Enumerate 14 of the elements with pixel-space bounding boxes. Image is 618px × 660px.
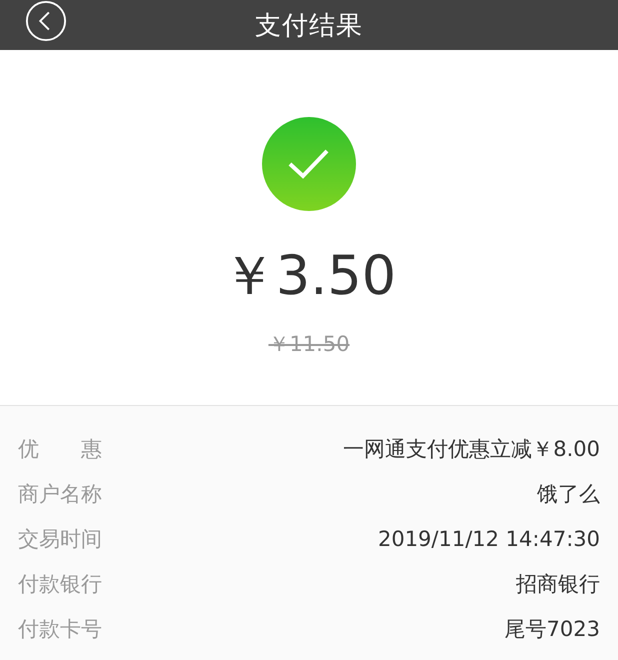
detail-label: 付款卡号 [18,616,102,642]
back-icon[interactable] [25,0,67,42]
detail-value: 尾号7023 [504,616,600,642]
detail-value: 2019/11/12 14:47:30 [378,526,600,550]
payment-amount: ￥3.50 [222,244,396,308]
detail-label: 付款银行 [18,570,102,598]
detail-value: 饿了么 [537,480,600,508]
detail-label: 商户名称 [18,480,102,508]
detail-label: 优 惠 [18,436,102,462]
detail-value: 招商银行 [516,570,600,598]
detail-label: 交易时间 [18,526,102,552]
original-amount: ￥11.50 [268,331,350,358]
page-title: 支付结果 [255,10,363,42]
detail-value: 一网通支付优惠立减￥8.00 [343,436,600,462]
